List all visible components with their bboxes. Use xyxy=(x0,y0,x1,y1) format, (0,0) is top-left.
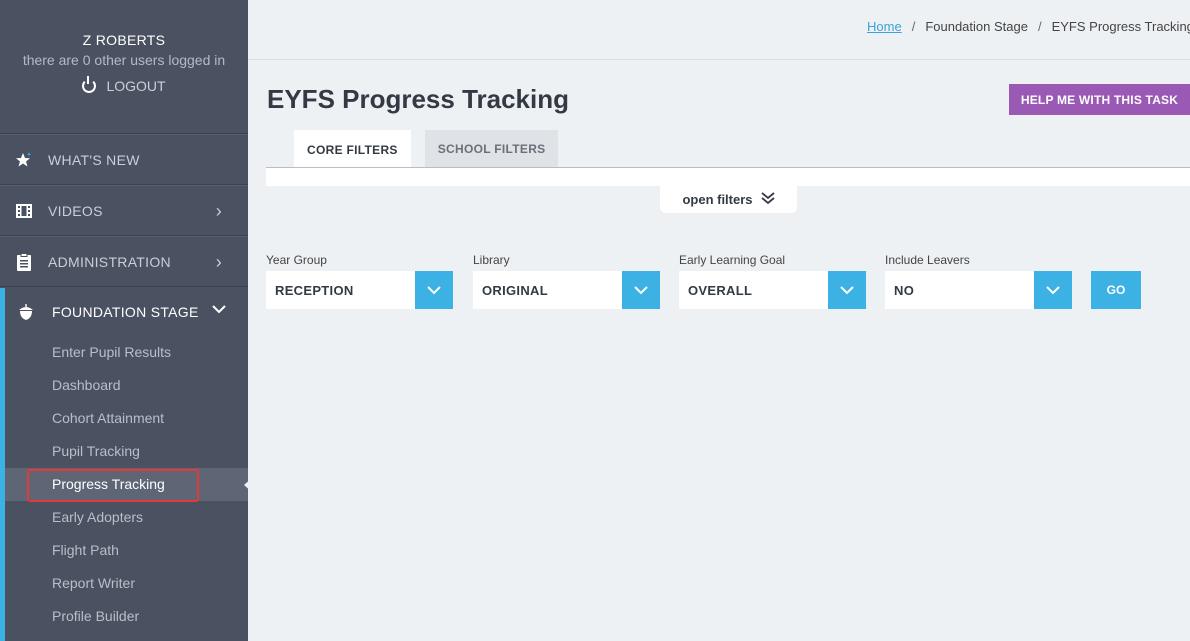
foundation-stage-section: FOUNDATION STAGE Enter Pupil Results Das… xyxy=(0,288,253,641)
breadcrumb-home-link[interactable]: Home xyxy=(867,19,902,34)
open-filters-toggle[interactable]: open filters xyxy=(660,186,797,213)
filter-label: Early Learning Goal xyxy=(679,253,786,267)
year-group-select[interactable]: RECEPTION xyxy=(266,271,453,309)
sidebar-item-cohort-attainment[interactable]: Cohort Attainment xyxy=(5,402,248,435)
chevron-down-icon[interactable] xyxy=(1034,271,1072,309)
chevron-down-icon[interactable] xyxy=(622,271,660,309)
page-title: EYFS Progress Tracking xyxy=(267,84,570,114)
nav-label: VIDEOS xyxy=(48,202,103,219)
user-block: Z ROBERTS there are 0 other users logged… xyxy=(0,0,248,134)
nav-item-whats-new[interactable]: WHAT'S NEW xyxy=(0,134,248,185)
main-content: Home / Foundation Stage / EYFS Progress Trac… xyxy=(248,0,1190,641)
user-name: Z ROBERTS xyxy=(82,32,166,48)
double-chevron-down-icon xyxy=(760,191,775,208)
chevron-down-icon[interactable] xyxy=(415,271,453,309)
star-icon xyxy=(14,150,34,170)
nav-item-administration[interactable]: ADMINISTRATION › xyxy=(0,236,248,287)
filter-early-learning-goal: Early Learning Goal OVERALL xyxy=(679,253,866,309)
sidebar: Z ROBERTS there are 0 other users logged… xyxy=(0,0,253,641)
library-select[interactable]: ORIGINAL xyxy=(473,271,660,309)
sidebar-item-profile-builder[interactable]: Profile Builder xyxy=(5,600,248,633)
select-value: ORIGINAL xyxy=(482,282,548,298)
select-value: RECEPTION xyxy=(275,282,354,298)
filter-library: Library ORIGINAL xyxy=(473,253,660,309)
select-value: OVERALL xyxy=(688,282,753,298)
help-button[interactable]: HELP ME WITH THIS TASK xyxy=(1009,84,1190,115)
breadcrumb: Home / Foundation Stage / EYFS Progress Trac… xyxy=(867,19,1190,34)
film-icon xyxy=(14,201,34,221)
breadcrumb-current: EYFS Progress Tracking xyxy=(1051,19,1190,34)
chevron-down-icon[interactable] xyxy=(828,271,866,309)
logged-in-users-text: there are 0 other users logged in xyxy=(22,52,226,68)
tab-core-filters[interactable]: CORE FILTERS xyxy=(294,130,411,170)
include-leavers-select[interactable]: NO xyxy=(885,271,1072,309)
filter-tabs: CORE FILTERS SCHOOL FILTERS xyxy=(294,130,559,170)
open-filters-label: open filters xyxy=(682,192,753,207)
highlight-box xyxy=(27,469,199,502)
filter-label: Include Leavers xyxy=(885,253,970,267)
nav-item-foundation-stage[interactable]: FOUNDATION STAGE xyxy=(5,288,248,336)
breadcrumb-separator: / xyxy=(1037,19,1042,34)
filter-label: Year Group xyxy=(266,253,327,267)
select-value: NO xyxy=(894,282,915,298)
sidebar-item-report-writer[interactable]: Report Writer xyxy=(5,567,248,600)
sidebar-item-progress-tracking[interactable]: Progress Tracking xyxy=(5,468,253,502)
sidebar-item-flight-path[interactable]: Flight Path xyxy=(5,534,248,567)
chevron-right-icon: › xyxy=(215,252,222,272)
logout-link[interactable]: LOGOUT xyxy=(82,76,166,94)
sidebar-item-early-adopters[interactable]: Early Adopters xyxy=(5,501,248,534)
breadcrumb-separator: / xyxy=(911,19,916,34)
header-divider xyxy=(248,59,1190,60)
filter-panel xyxy=(266,168,1190,186)
acorn-icon xyxy=(15,303,37,321)
section-label: FOUNDATION STAGE xyxy=(52,304,199,320)
sidebar-item-enter-pupil-results[interactable]: Enter Pupil Results xyxy=(5,336,248,369)
sidebar-item-pupil-tracking[interactable]: Pupil Tracking xyxy=(5,435,248,468)
filter-year-group: Year Group RECEPTION xyxy=(266,253,453,309)
power-icon xyxy=(82,76,97,93)
tab-school-filters[interactable]: SCHOOL FILTERS xyxy=(424,130,559,168)
breadcrumb-foundation-stage: Foundation Stage xyxy=(925,19,1028,34)
early-learning-goal-select[interactable]: OVERALL xyxy=(679,271,866,309)
nav-label: WHAT'S NEW xyxy=(48,151,140,168)
chevron-down-icon xyxy=(212,301,226,319)
go-button[interactable]: GO xyxy=(1091,271,1141,309)
filter-include-leavers: Include Leavers NO xyxy=(885,253,1072,309)
nav-item-videos[interactable]: VIDEOS › xyxy=(0,185,248,236)
sidebar-item-dashboard[interactable]: Dashboard xyxy=(5,369,248,402)
chevron-right-icon: › xyxy=(215,201,222,221)
clipboard-icon xyxy=(14,252,34,272)
nav-label: ADMINISTRATION xyxy=(48,253,171,270)
filter-label: Library xyxy=(473,253,510,267)
logout-label: LOGOUT xyxy=(106,78,166,94)
